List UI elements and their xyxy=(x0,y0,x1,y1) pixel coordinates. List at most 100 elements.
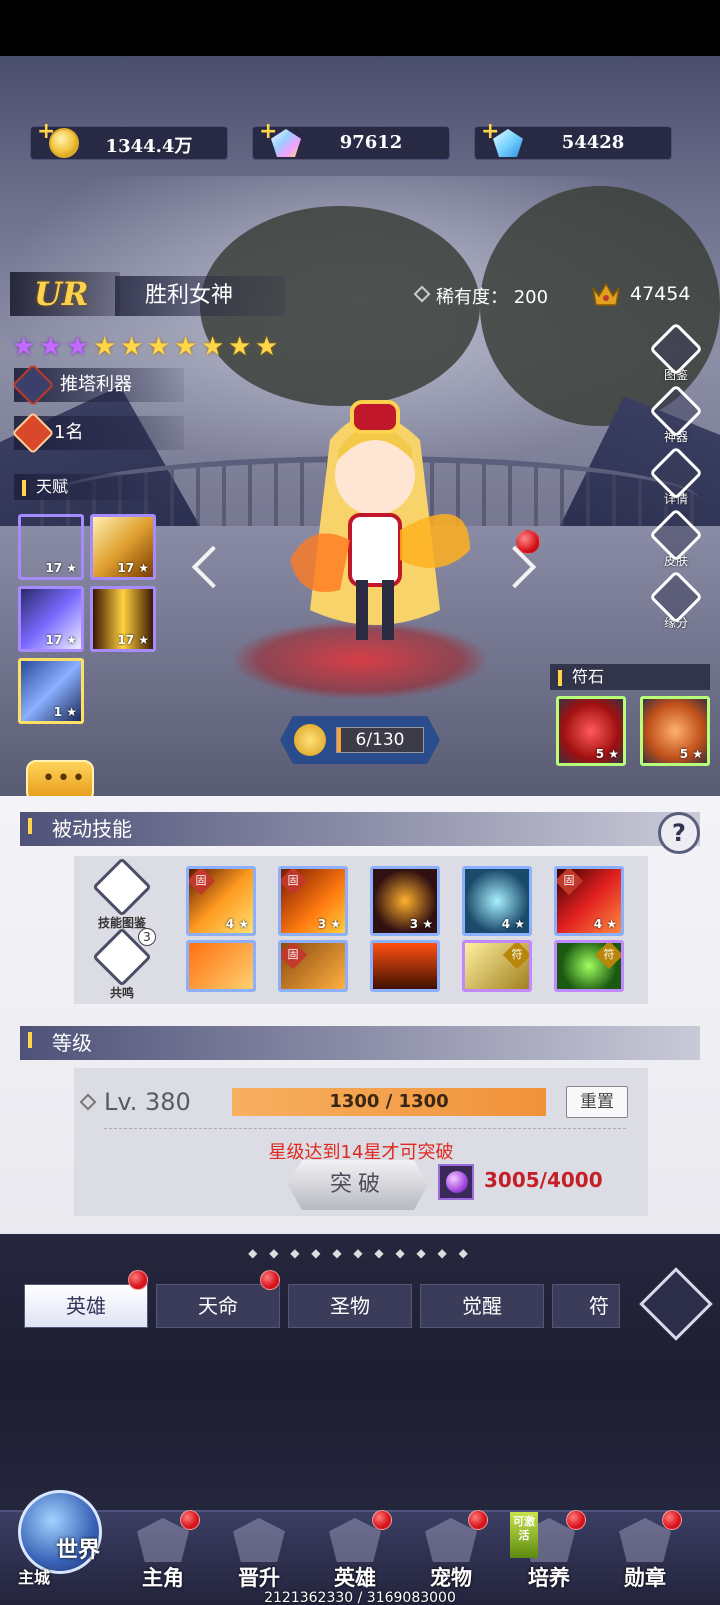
level-exp-text: 1300 / 1300 xyxy=(329,1091,449,1112)
talent-slot-1[interactable]: 17 ★ xyxy=(18,514,84,580)
passive-skill-2-5[interactable]: 符 xyxy=(554,940,624,992)
level-label: Lv. 380 xyxy=(104,1088,191,1116)
star-icon: ★ xyxy=(66,332,90,362)
rune-level: 5 ★ xyxy=(595,747,619,761)
gold-currency[interactable]: + 1344.4万 xyxy=(30,119,228,160)
nav-item-2[interactable]: 晋升 xyxy=(214,1512,304,1602)
skill-tag-badge: 固 xyxy=(281,869,308,896)
talent-level: 17 ★ xyxy=(45,561,77,575)
talent-slot-3[interactable]: 17 ★ xyxy=(18,586,84,652)
tab-5[interactable]: 符文 xyxy=(552,1284,620,1328)
star-icon: ★ xyxy=(147,332,171,362)
star-progress-text: 6/130 xyxy=(355,730,405,750)
level-exp-bar: 1300 / 1300 xyxy=(232,1088,546,1116)
tab-3[interactable]: 圣物 xyxy=(288,1284,412,1328)
passive-skill-1-5[interactable]: 固 4 ★ xyxy=(554,866,624,936)
side-btn-details[interactable]: 详情 xyxy=(649,446,703,510)
world-label: 世界 xyxy=(56,1537,101,1563)
tab-4[interactable]: 觉醒 xyxy=(420,1284,544,1328)
star-rating: ★ ★ ★ ★ ★ ★ ★ ★ ★ ★ xyxy=(12,334,281,360)
reset-button[interactable]: 重置 xyxy=(566,1086,628,1118)
passive-skill-2-3[interactable] xyxy=(370,940,440,992)
skill-tag-badge: 符 xyxy=(502,943,529,970)
notification-dot xyxy=(260,1270,280,1290)
divider xyxy=(104,1128,626,1129)
resonance-button[interactable]: 共鸣 3 xyxy=(92,927,156,1001)
talent-level: 17 ★ xyxy=(45,633,77,647)
skill-tag-badge: 固 xyxy=(281,943,308,970)
talent-title: 天赋 xyxy=(14,474,164,500)
side-btn-codex[interactable]: 图鉴 xyxy=(649,322,703,386)
rune-slot-1[interactable]: 5 ★ xyxy=(556,696,626,766)
rune-slot-2[interactable]: 5 ★ xyxy=(640,696,710,766)
hero-character[interactable] xyxy=(270,380,480,670)
tab-1[interactable]: 英雄 xyxy=(24,1284,148,1328)
hero-name: 胜利女神 xyxy=(115,276,285,316)
rune-title: 符石 xyxy=(550,664,710,690)
passive-skill-1-2[interactable]: 固 3 ★ xyxy=(278,866,348,936)
skill-level: 4 ★ xyxy=(501,917,525,931)
talent-level: 17 ★ xyxy=(117,633,149,647)
level-title: 等级 xyxy=(52,1031,92,1055)
level-diamond-icon xyxy=(79,1093,97,1111)
skill-codex-icon xyxy=(92,857,152,917)
notification-dot xyxy=(662,1510,682,1530)
material-count: 3005/4000 xyxy=(484,1168,603,1192)
passive-skill-1-3[interactable]: 3 ★ xyxy=(370,866,440,936)
gold-value: 1344.4万 xyxy=(105,136,193,157)
passive-skills-title: 被动技能 xyxy=(52,817,132,841)
nav-label: 晋升 xyxy=(238,1565,280,1590)
talent-level: 1 ★ xyxy=(53,705,77,719)
star-up-arrow-icon xyxy=(294,724,326,756)
breakthrough-button[interactable]: 突破 xyxy=(288,1160,428,1210)
rank-label: 1名 xyxy=(54,422,84,443)
skill-level: 4 ★ xyxy=(225,917,249,931)
passive-skill-1-4[interactable]: 4 ★ xyxy=(462,866,532,936)
role-label: 推塔利器 xyxy=(60,374,132,395)
side-btn-skin[interactable]: 皮肤 xyxy=(649,508,703,572)
passive-skill-1-1[interactable]: 固 4 ★ xyxy=(186,866,256,936)
crystal-currency[interactable]: + 97612 xyxy=(252,119,450,160)
nav-label: 宠物 xyxy=(430,1565,472,1590)
star-icon: ★ xyxy=(255,332,279,362)
level-box: Lv. 380 1300 / 1300 重置 星级达到14星才可突破 突破 30… xyxy=(74,1068,648,1216)
power-value: 47454 xyxy=(630,283,691,305)
nav-label: 培养 xyxy=(528,1565,570,1590)
flame-icon xyxy=(11,411,55,455)
resonance-label: 共鸣 xyxy=(109,986,134,1000)
skill-level: 3 ★ xyxy=(409,917,433,931)
help-button[interactable]: ? xyxy=(658,812,700,854)
level-header: 等级 xyxy=(20,1026,700,1060)
world-button[interactable]: 世界 主城 xyxy=(6,1480,110,1590)
rune-level: 5 ★ xyxy=(679,747,703,761)
talent-slot-4[interactable]: 17 ★ xyxy=(90,586,156,652)
side-btn-bond[interactable]: 缘分 xyxy=(649,570,703,634)
diamond-currency[interactable]: + 54428 xyxy=(474,119,672,160)
status-bar xyxy=(0,0,720,56)
nav-label: 勋章 xyxy=(624,1565,666,1590)
passive-skill-2-2[interactable]: 固 xyxy=(278,940,348,992)
hero-role-tag: 推塔利器 xyxy=(11,363,184,407)
talent-slot-5[interactable]: 1 ★ xyxy=(18,658,84,724)
skill-tag-badge: 固 xyxy=(189,869,216,896)
skill-codex-button[interactable]: 技能图鉴 xyxy=(92,857,152,931)
star-icon: ★ xyxy=(120,332,144,362)
rarity-label: 稀有度： xyxy=(436,287,508,308)
passive-skills-box: 技能图鉴 共鸣 3 固4 ★ 固 3 ★ 3 ★ 4 ★ 固 4 ★ 固符符 xyxy=(74,856,648,1004)
crown-power-icon xyxy=(592,282,620,306)
notification-dot xyxy=(128,1270,148,1290)
crossed-swords-icon xyxy=(11,363,55,407)
passive-skill-2-4[interactable]: 符 xyxy=(462,940,532,992)
star-up-progress[interactable]: 6/130 xyxy=(280,716,440,764)
passive-skill-2-1[interactable] xyxy=(186,940,256,992)
talent-slot-2[interactable]: 17 ★ xyxy=(90,514,156,580)
star-icon: ★ xyxy=(201,332,225,362)
nav-icon xyxy=(233,1518,285,1562)
star-icon: ★ xyxy=(93,332,117,362)
tab-2[interactable]: 天命 xyxy=(156,1284,280,1328)
divider-dots: ◆ ◆ ◆ ◆ ◆ ◆ ◆ ◆ ◆ ◆ ◆ xyxy=(248,1246,472,1260)
notification-dot xyxy=(372,1510,392,1530)
star-icon: ★ xyxy=(39,332,63,362)
side-btn-artifact[interactable]: 神器 xyxy=(649,384,703,448)
nav-label: 英雄 xyxy=(334,1565,376,1590)
